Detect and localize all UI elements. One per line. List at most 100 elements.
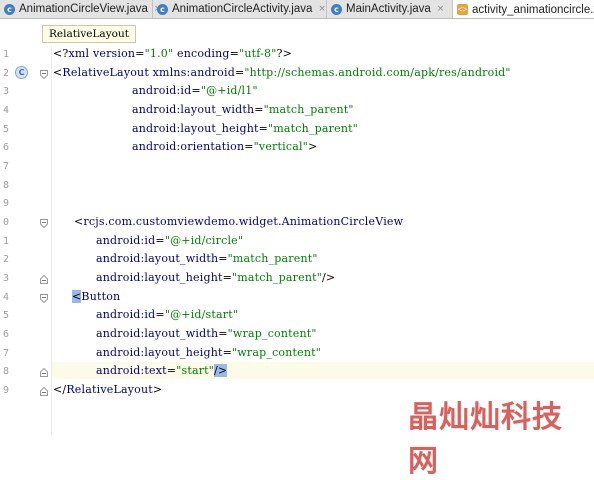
code-token: xmlns:android [152,66,235,79]
line-number: 2 [3,254,10,265]
code-token: = [258,122,269,135]
code-token: "wrap_content" [232,346,322,359]
fold-end-icon[interactable] [40,387,48,396]
gutter-separator [51,46,52,435]
code-line-10[interactable]: <rcjs.com.customviewdemo.widget.Animatio… [74,215,403,228]
code-line-11[interactable]: android:id="@+id/circle" [96,234,243,247]
code-token: /> [321,271,336,284]
editor-tab-bar: c AnimationCircleView.java × c Animation… [0,0,594,19]
line-number: 7 [3,161,10,172]
code-token: = [218,252,228,265]
code-token: "http://schemas.android.com/apk/res/andr… [244,66,511,79]
code-token: "match_parent" [232,271,322,284]
code-token: = [166,364,177,377]
code-token: android:orientation [132,140,245,153]
tab-activity-animationcircle-xml[interactable]: <> activity_animationcircle.xml [453,0,594,18]
line-number: 0 [3,217,10,228]
code-token: android:layout_height [96,271,223,284]
fold-collapse-icon[interactable] [40,219,48,228]
code-line-5[interactable]: android:layout_height="match_parent" [132,122,358,135]
java-class-icon: c [4,3,15,15]
line-number: 9 [3,198,10,209]
code-token: "start" [176,364,215,377]
tab-label: activity_animationcircle.xml [472,3,594,16]
code-token: "match_parent" [227,252,318,265]
code-token: > [307,140,318,153]
code-line-16[interactable]: android:layout_width="wrap_content" [96,327,317,340]
code-token: <? [53,47,69,60]
code-token: "wrap_content" [227,327,317,340]
line-number: 8 [3,366,10,377]
fold-end-icon[interactable] [40,368,48,377]
java-class-icon: c [331,3,342,15]
fold-collapse-icon[interactable] [40,70,48,79]
element-tooltip: RelativeLayout [42,25,136,43]
close-tab-icon[interactable]: × [437,4,445,14]
line-number: 5 [3,310,10,321]
code-line-13[interactable]: android:layout_height="match_parent"/> [96,271,335,284]
line-number: 3 [3,86,10,97]
code-line-14[interactable]: <Button [72,290,120,303]
code-line-19[interactable]: </RelativeLayout> [53,383,162,396]
code-token: android:layout_height [96,346,223,359]
code-token: </ [53,383,67,396]
code-token: android:text [96,364,167,377]
code-line-4[interactable]: android:layout_width="match_parent" [132,103,354,116]
code-line-18[interactable]: android:text="start"/> [96,364,228,377]
code-token: = [234,66,245,79]
line-number: 8 [3,180,10,191]
java-class-icon: c [157,3,168,15]
code-token: "vertical" [253,140,308,153]
code-token: = [229,47,240,60]
code-token: ?> [276,47,293,60]
code-token: > [152,383,163,396]
code-token: = [244,140,254,153]
code-token: = [222,271,233,284]
code-token: < [74,215,84,228]
tab-mainactivity[interactable]: c MainActivity.java × [327,0,453,18]
site-watermark: 晶灿灿科技网 [408,400,563,479]
tab-animationcircleactivity[interactable]: c AnimationCircleActivity.java × [153,0,327,18]
fold-end-icon[interactable] [40,275,48,284]
code-token: = [155,308,165,321]
code-token: "match_parent" [263,103,354,116]
tab-animationcircleview[interactable]: c AnimationCircleView.java × [0,0,161,18]
line-number: 4 [3,105,10,116]
code-token: "@+id/circle" [164,234,244,247]
code-token: "match_parent" [268,122,358,135]
code-token: android:layout_width [132,103,255,116]
line-number: 3 [3,273,10,284]
line-number: 6 [3,142,10,153]
code-token: "1.0" [144,47,174,60]
code-token: = [135,47,145,60]
code-token: < [72,290,82,303]
line-number: 2 [3,68,10,79]
fold-collapse-icon[interactable] [40,294,48,303]
line-number: 1 [3,236,10,247]
code-line-12[interactable]: android:layout_width="match_parent" [96,252,318,265]
code-token: encoding [173,47,230,60]
code-token: Button [81,290,121,303]
code-line-1[interactable]: <?xml version="1.0" encoding="utf-8"?> [53,47,292,60]
code-token: android:layout_height [132,122,259,135]
line-number: 5 [3,124,10,135]
code-token: android:layout_width [96,252,219,265]
close-tab-icon[interactable]: × [318,4,326,14]
line-number: 9 [3,385,10,396]
line-number: 7 [3,348,10,359]
code-line-2[interactable]: <RelativeLayout xmlns:android="http://sc… [53,66,511,79]
code-token: version [92,47,136,60]
code-token: < [53,66,63,79]
code-line-3[interactable]: android:id="@+id/l1" [132,84,258,97]
code-token: RelativeLayout [66,383,153,396]
line-number: 1 [3,49,10,60]
code-token: xml [68,47,93,60]
code-token: android:id [96,234,156,247]
code-token: = [222,346,233,359]
code-token: android:id [132,84,192,97]
code-token: "@+id/l1" [200,84,258,97]
code-line-15[interactable]: android:id="@+id/start" [96,308,238,321]
code-line-6[interactable]: android:orientation="vertical"> [132,140,317,153]
code-line-17[interactable]: android:layout_height="wrap_content" [96,346,321,359]
code-token: /> [214,364,228,377]
